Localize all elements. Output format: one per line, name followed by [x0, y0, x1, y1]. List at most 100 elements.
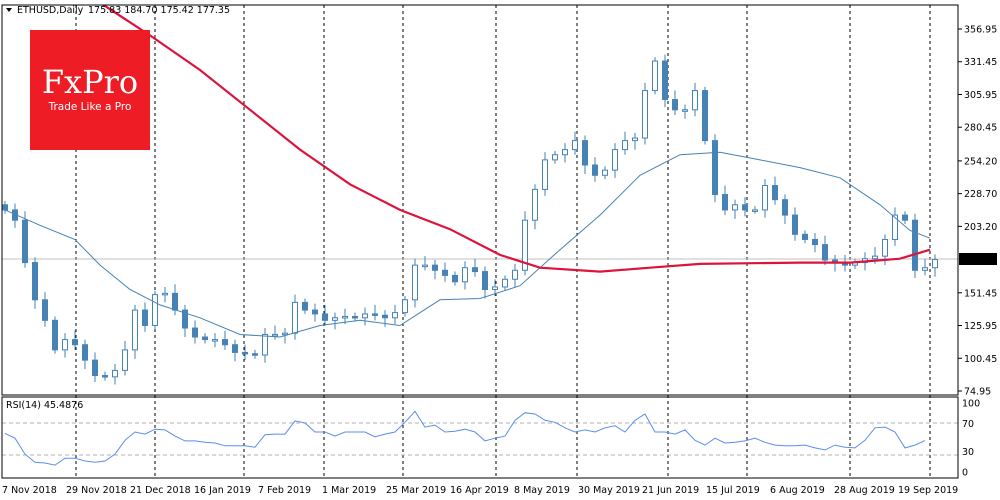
candle-body-up — [492, 286, 498, 291]
rsi-tick-label: 0 — [962, 468, 968, 479]
candle-body-down — [312, 309, 318, 315]
candle-body-down — [322, 313, 328, 321]
candle-body-down — [82, 344, 88, 361]
candle-body-up — [122, 349, 128, 371]
time-axis: 7 Nov 2018 29 Nov 2018 21 Dec 2018 16 Jan 2… — [2, 485, 958, 496]
price-tick-label: 74.95 — [964, 387, 991, 398]
candle-body-down — [782, 199, 788, 216]
candle-body-down — [382, 314, 388, 319]
candle-body-down — [32, 262, 38, 301]
candle-body-up — [282, 332, 288, 336]
candle — [702, 86, 708, 145]
candle-body-up — [632, 137, 638, 142]
candle — [152, 290, 158, 330]
candle — [52, 316, 58, 354]
candle-body-up — [562, 149, 568, 156]
candle-body-up — [212, 339, 218, 342]
candle-body-down — [672, 99, 678, 111]
candle-body-up — [612, 149, 618, 171]
time-tick-label: 15 Jul 2019 — [706, 485, 760, 496]
candle-body-down — [242, 351, 248, 355]
candle-body-up — [572, 140, 578, 151]
candle-body-down — [372, 313, 378, 316]
candle-body-down — [72, 339, 78, 346]
candle-body-down — [702, 90, 708, 142]
price-tick-label: 331.45 — [964, 57, 997, 68]
candle-body-down — [302, 301, 308, 311]
candle — [712, 134, 718, 203]
candle-body-up — [762, 185, 768, 211]
time-tick-label: 7 Nov 2018 — [2, 485, 57, 496]
candle-body-up — [292, 301, 298, 334]
price-tick-label: 125.95 — [964, 321, 997, 332]
candle-body-down — [582, 140, 588, 166]
candle-body-up — [512, 269, 518, 280]
candle-body-down — [252, 353, 258, 356]
candle-body-down — [592, 164, 598, 176]
candle-body-up — [402, 299, 408, 314]
candle-body-up — [922, 267, 928, 271]
candle-body-up — [392, 312, 398, 319]
candle-body-down — [822, 244, 828, 261]
candle-body-down — [222, 339, 228, 346]
candle-body-up — [112, 369, 118, 378]
candle-body-up — [752, 209, 758, 212]
price-tick-label: 228.70 — [964, 189, 997, 200]
price-tick-label: 280.45 — [964, 123, 997, 134]
candle-body-up — [732, 204, 738, 211]
candle-body-up — [272, 333, 278, 337]
time-tick-label: 28 Aug 2019 — [834, 485, 895, 496]
time-tick-label: 25 Mar 2019 — [386, 485, 446, 496]
candle-body-up — [932, 259, 938, 269]
candle-body-up — [332, 317, 338, 321]
candle-body-up — [62, 339, 68, 351]
candle-body-up — [682, 109, 688, 112]
chart-canvas: FxPro Trade Like a Pro ETHUSD,Daily 175.… — [0, 0, 1000, 500]
logo-tagline: Trade Like a Pro — [48, 101, 132, 113]
candle-body-down — [192, 327, 198, 338]
candle-body-up — [652, 60, 658, 92]
candle-body-down — [92, 359, 98, 377]
candle-body-down — [232, 344, 238, 353]
time-tick-label: 16 Apr 2019 — [450, 485, 509, 496]
time-tick-label: 30 May 2019 — [578, 485, 640, 496]
current-price-value: 177.35 — [962, 255, 995, 266]
candle — [522, 211, 528, 276]
candle — [412, 258, 418, 308]
candle-body-down — [172, 292, 178, 311]
time-tick-label: 21 Dec 2018 — [130, 485, 191, 496]
time-tick-label: 1 Mar 2019 — [322, 485, 376, 496]
time-tick-label: 7 Feb 2019 — [258, 485, 311, 496]
candle-body-up — [872, 255, 878, 260]
price-tick-label: 203.20 — [964, 222, 997, 233]
price-tick-label: 100.45 — [964, 354, 997, 365]
candle-body-down — [902, 214, 908, 221]
candle-body-down — [442, 269, 448, 276]
rsi-tick-label: 70 — [962, 419, 974, 430]
candle-body-down — [742, 204, 748, 211]
candle-body-up — [342, 315, 348, 319]
candle-body-down — [482, 271, 488, 291]
candle-body-down — [202, 336, 208, 341]
symbol-label: ETHUSD,Daily — [17, 5, 84, 16]
candle-body-up — [362, 313, 368, 319]
rsi-label: RSI(14) 45.4876 — [6, 400, 83, 411]
candle-body-up — [622, 140, 628, 151]
logo-brand: FxPro — [42, 63, 138, 101]
candle-body-up — [412, 264, 418, 301]
time-tick-label: 6 Aug 2019 — [770, 485, 825, 496]
candle-body-down — [352, 315, 358, 319]
candle — [912, 213, 918, 278]
candle-body-down — [802, 233, 808, 240]
candle-body-up — [162, 292, 168, 296]
candle-body-down — [772, 185, 778, 201]
candle-body-down — [472, 267, 478, 273]
rsi-tick-label: 100 — [962, 399, 980, 410]
candle-body-down — [452, 274, 458, 283]
candle-body-up — [552, 154, 558, 161]
candle-body-up — [152, 294, 158, 326]
price-tick-label: 356.95 — [964, 25, 997, 36]
price-tick-label: 151.45 — [964, 288, 997, 299]
candle-body-up — [132, 309, 138, 351]
time-tick-label: 29 Nov 2018 — [66, 485, 127, 496]
